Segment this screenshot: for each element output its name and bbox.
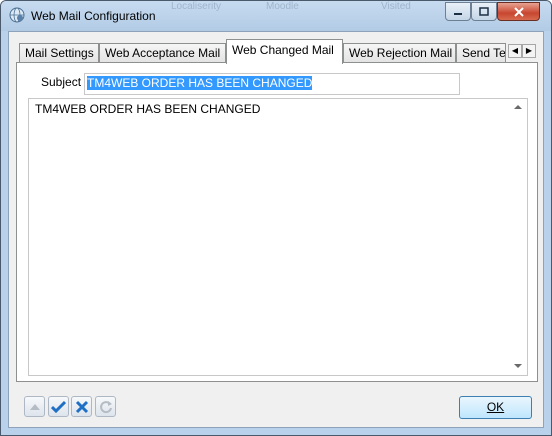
tab-send-test[interactable]: Send Te (456, 43, 506, 62)
minimize-button[interactable] (445, 2, 471, 21)
check-icon (51, 400, 66, 413)
tab-strip: Mail Settings Web Acceptance Mail Web Ch… (16, 39, 538, 64)
refresh-icon (99, 400, 112, 413)
vertical-scrollbar[interactable] (510, 99, 527, 375)
ok-button[interactable]: OK (459, 396, 532, 419)
cancel-button[interactable] (71, 396, 92, 417)
up-arrow-icon (29, 403, 40, 410)
close-button[interactable] (497, 2, 540, 21)
app-globe-icon (9, 7, 25, 23)
tab-web-changed-mail[interactable]: Web Changed Mail (226, 39, 343, 64)
minimize-icon (454, 12, 462, 15)
dialog-client-area: Mail Settings Web Acceptance Mail Web Ch… (8, 31, 544, 428)
tab-web-rejection-mail[interactable]: Web Rejection Mail (343, 43, 456, 62)
web-mail-config-window: Localiserity Moodle Visited Web Mail Con… (0, 0, 552, 436)
maximize-button[interactable] (471, 2, 497, 21)
tab-scroll-left-icon[interactable]: ◀ (508, 44, 522, 58)
window-title: Web Mail Configuration (31, 9, 156, 23)
background-window-text: Moodle (266, 1, 299, 12)
background-window-text: Localiserity (171, 1, 222, 12)
mail-body-text: TM4WEB ORDER HAS BEEN CHANGED (35, 102, 261, 116)
subject-selected-text: TM4WEB ORDER HAS BEEN CHANGED (87, 76, 313, 90)
move-up-button[interactable] (24, 396, 45, 417)
cancel-x-icon (75, 400, 88, 413)
tab-panel-web-changed-mail: Subject TM4WEB ORDER HAS BEEN CHANGED TM… (16, 62, 538, 382)
title-bar[interactable]: Localiserity Moodle Visited Web Mail Con… (1, 1, 551, 31)
background-window-text: Visited (381, 1, 411, 12)
tab-mail-settings[interactable]: Mail Settings (19, 43, 99, 62)
subject-input[interactable]: TM4WEB ORDER HAS BEEN CHANGED (84, 73, 460, 95)
scroll-down-icon[interactable] (514, 363, 522, 369)
refresh-button[interactable] (95, 396, 116, 417)
tab-scroll-right-icon[interactable]: ▶ (522, 44, 536, 58)
maximize-icon (479, 7, 489, 16)
tab-web-acceptance-mail[interactable]: Web Acceptance Mail (99, 43, 226, 62)
subject-label: Subject (41, 75, 82, 89)
scroll-up-icon[interactable] (514, 104, 522, 110)
ok-button-label: OK (486, 400, 505, 414)
close-icon (513, 6, 524, 17)
mail-body-textarea[interactable]: TM4WEB ORDER HAS BEEN CHANGED (28, 98, 528, 376)
apply-button[interactable] (48, 396, 69, 417)
